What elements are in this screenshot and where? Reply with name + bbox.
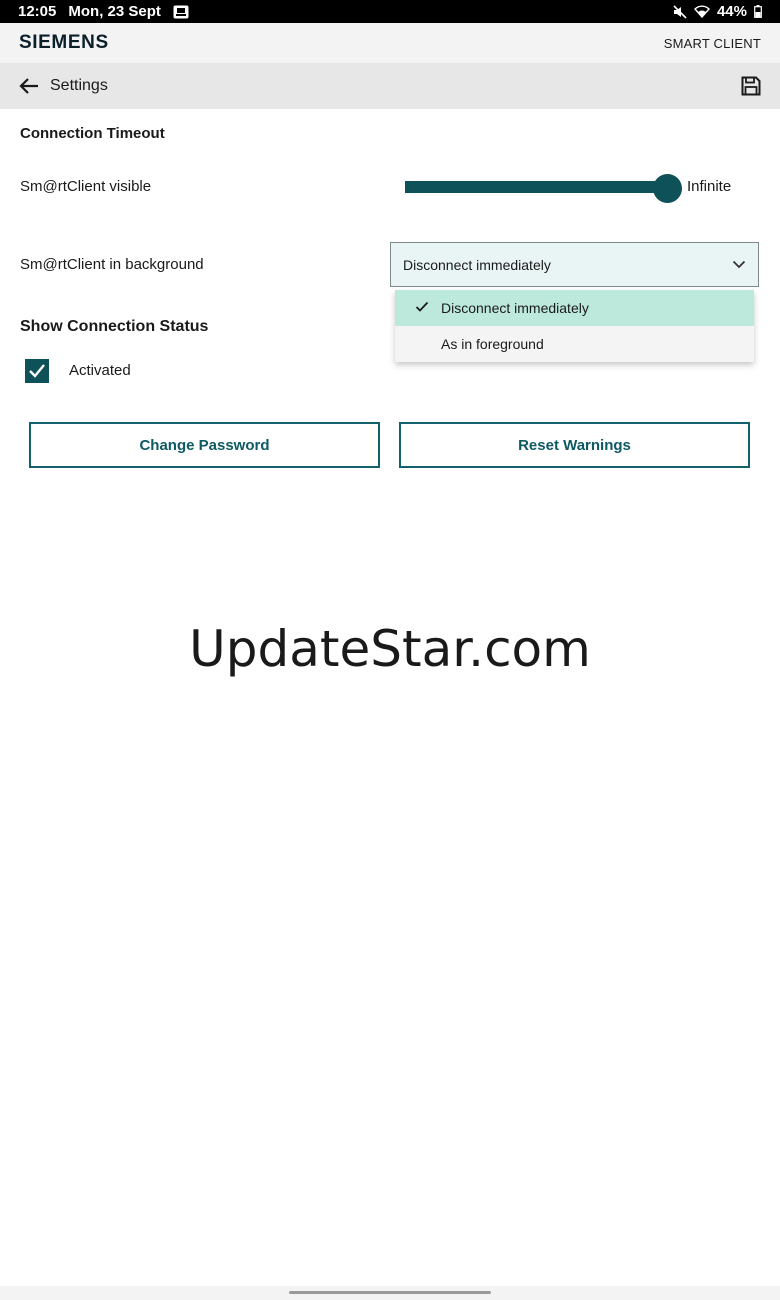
option-label: As in foreground bbox=[441, 336, 544, 352]
dropdown-option-disconnect-immediately[interactable]: Disconnect immediately bbox=[395, 290, 754, 326]
app-name: SMART CLIENT bbox=[663, 35, 761, 51]
status-date: Mon, 23 Sept bbox=[68, 3, 161, 20]
slider-value: Infinite bbox=[687, 178, 732, 195]
option-label: Disconnect immediately bbox=[441, 300, 589, 316]
checkmark-icon bbox=[29, 364, 45, 378]
navigation-bar bbox=[0, 1286, 780, 1300]
home-handle[interactable] bbox=[289, 1291, 491, 1294]
connection-status-heading: Show Connection Status bbox=[20, 318, 209, 335]
timeout-visible-slider[interactable] bbox=[405, 174, 682, 203]
siemens-logo: SIEMENS bbox=[19, 32, 109, 53]
smartclient-background-label: Sm@rtClient in background bbox=[20, 256, 204, 273]
activated-checkbox[interactable] bbox=[25, 359, 49, 383]
slider-track bbox=[405, 181, 667, 193]
mute-icon bbox=[673, 4, 687, 19]
background-timeout-select[interactable]: Disconnect immediately bbox=[390, 242, 759, 287]
battery-icon bbox=[754, 5, 762, 18]
check-icon bbox=[415, 300, 429, 316]
save-button[interactable] bbox=[739, 74, 763, 98]
chevron-down-icon bbox=[732, 260, 746, 269]
status-time: 12:05 bbox=[18, 3, 57, 20]
status-bar: 12:05 Mon, 23 Sept 44% bbox=[0, 0, 780, 23]
title-bar: Settings bbox=[0, 63, 780, 109]
slider-thumb[interactable] bbox=[653, 174, 682, 203]
save-icon bbox=[741, 76, 761, 96]
status-left: 12:05 Mon, 23 Sept bbox=[18, 3, 189, 20]
select-value: Disconnect immediately bbox=[403, 256, 551, 273]
watermark: UpdateStar.com bbox=[189, 620, 591, 678]
status-right: 44% bbox=[673, 3, 762, 20]
reset-warnings-button[interactable]: Reset Warnings bbox=[399, 422, 750, 468]
change-password-button[interactable]: Change Password bbox=[29, 422, 380, 468]
smartclient-visible-label: Sm@rtClient visible bbox=[20, 178, 152, 195]
dropdown-option-as-in-foreground[interactable]: As in foreground bbox=[395, 326, 754, 362]
arrow-left-icon bbox=[19, 78, 38, 94]
brand-bar: SIEMENS SMART CLIENT bbox=[0, 23, 780, 63]
back-button[interactable] bbox=[17, 74, 41, 98]
notification-icon bbox=[173, 5, 189, 19]
connection-timeout-heading: Connection Timeout bbox=[20, 125, 165, 142]
activated-label: Activated bbox=[69, 362, 131, 379]
wifi-icon bbox=[694, 5, 710, 18]
page-title: Settings bbox=[50, 77, 108, 94]
background-timeout-dropdown: Disconnect immediately As in foreground bbox=[395, 290, 754, 362]
battery-percent: 44% bbox=[716, 3, 747, 20]
